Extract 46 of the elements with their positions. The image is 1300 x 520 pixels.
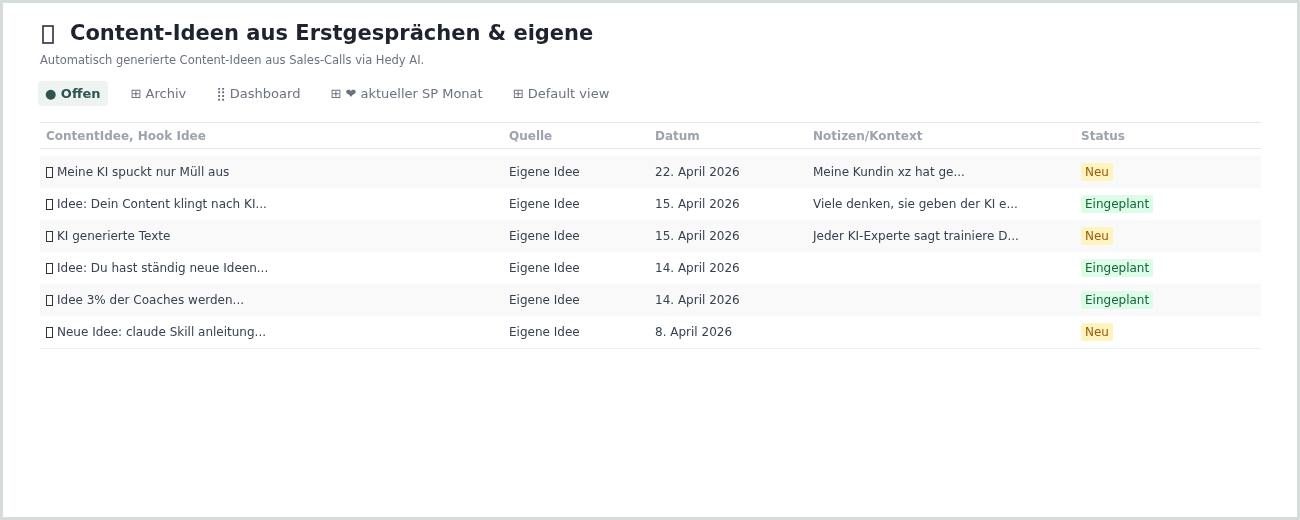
table-cell: KI generierte Texte	[57, 229, 171, 243]
table-cell: Idee: Du hast ständig neue Ideen...	[57, 261, 269, 275]
status-tag: Neu	[1081, 323, 1113, 341]
column-header[interactable]: Datum	[649, 128, 807, 143]
table-cell: Eigene Idee	[509, 261, 580, 275]
status-tag: Eingeplant	[1081, 195, 1154, 213]
column-header[interactable]: Status	[1075, 128, 1261, 143]
status-tag: Neu	[1081, 163, 1113, 181]
table-cell: 15. April 2026	[655, 229, 740, 243]
box-icon	[46, 230, 53, 242]
table-cell: Meine KI spuckt nur Müll aus	[57, 165, 230, 179]
box-icon	[42, 24, 54, 44]
table-cell: Eigene Idee	[509, 165, 580, 179]
view-tab[interactable]: ⊞ Archiv	[123, 81, 194, 106]
table-cell: 14. April 2026	[655, 261, 740, 275]
table-cell: Neue Idee: claude Skill anleitung...	[57, 325, 266, 339]
table-cell: Eigene Idee	[509, 229, 580, 243]
column-header[interactable]: Quelle	[503, 128, 649, 143]
status-tag: Eingeplant	[1081, 259, 1154, 277]
box-icon	[46, 262, 53, 274]
table-cell: 8. April 2026	[655, 325, 733, 339]
table-cell: Idee 3% der Coaches werden...	[57, 293, 245, 307]
box-icon	[46, 326, 53, 338]
column-header[interactable]: Notizen/Kontext	[807, 128, 1075, 143]
table-cell: 15. April 2026	[655, 197, 740, 211]
table-cell: Eigene Idee	[509, 325, 580, 339]
view-tab[interactable]: ● Offen	[38, 81, 108, 106]
page-subtitle: Automatisch generierte Content-Ideen aus Sales-Calls via Hedy AI.	[40, 53, 426, 67]
table-cell: 14. April 2026	[655, 293, 740, 307]
box-icon	[46, 294, 53, 306]
box-icon	[46, 198, 53, 210]
page-title: Content-Ideen aus Erstgesprächen & eigene	[70, 21, 594, 45]
table-cell: Eigene Idee	[509, 293, 580, 307]
table-cell: Meine Kundin xz hat ge...	[813, 165, 965, 179]
status-tag: Neu	[1081, 227, 1113, 245]
table-cell: 22. April 2026	[655, 165, 740, 179]
table-cell: Idee: Dein Content klingt nach KI...	[57, 197, 267, 211]
table-cell: Jeder KI-Experte sagt trainiere D...	[813, 229, 1019, 243]
table-cell: Viele denken, sie geben der KI e...	[813, 197, 1018, 211]
view-tab[interactable]: ⣿ Dashboard	[209, 81, 308, 106]
column-header[interactable]: ContentIdee, Hook Idee	[40, 128, 503, 143]
view-tab[interactable]: ⊞ ❤ aktueller SP Monat	[323, 81, 490, 106]
view-tab[interactable]: ⊞ Default view	[505, 81, 617, 106]
status-tag: Eingeplant	[1081, 291, 1154, 309]
table-cell: Eigene Idee	[509, 197, 580, 211]
box-icon	[46, 166, 53, 178]
